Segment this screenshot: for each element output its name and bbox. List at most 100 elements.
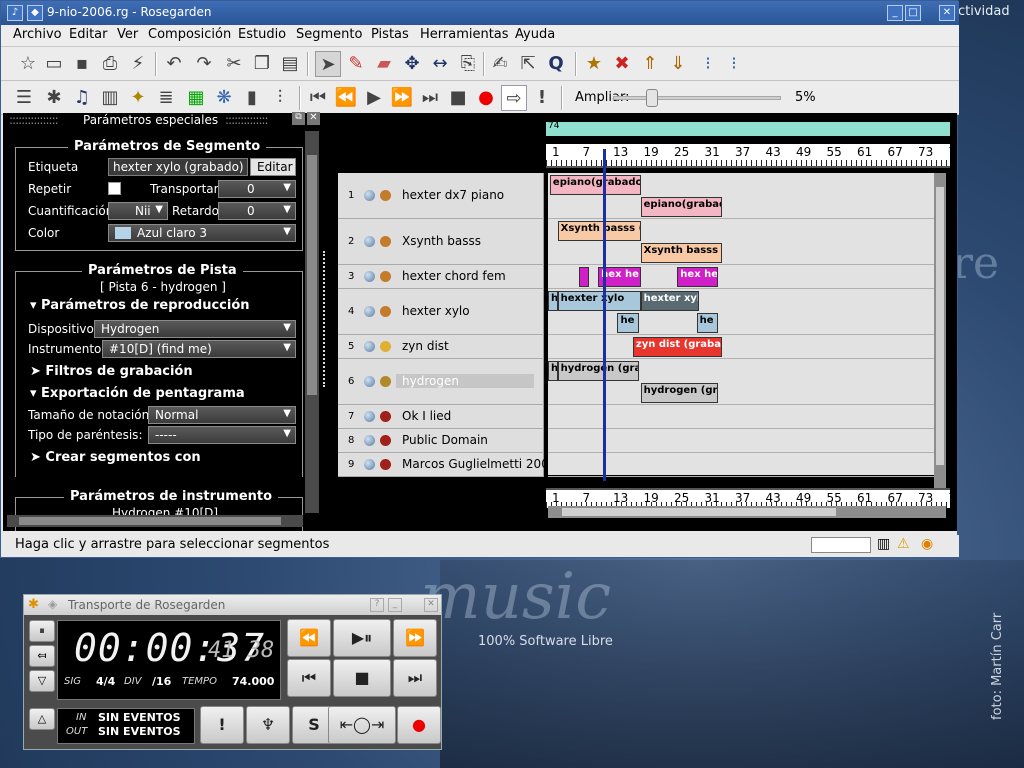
repeat-checkbox[interactable] [108, 182, 121, 195]
transport-stop-button[interactable]: ■ [333, 659, 391, 697]
bracket-type-select[interactable]: ----- ▼ [148, 426, 296, 444]
segment[interactable] [578, 267, 589, 287]
track-name[interactable]: Xsynth basss [402, 234, 481, 248]
track-row[interactable]: 9 Marcos Guglielmetti 200 [338, 453, 549, 477]
join-tool-icon[interactable]: ✍ [487, 51, 513, 77]
fast-forward-icon[interactable]: ⏩ [389, 85, 415, 111]
track-name[interactable]: hexter xylo [402, 304, 470, 318]
track-row[interactable]: 5 zyn dist [338, 335, 544, 359]
mute-led-icon[interactable] [364, 376, 375, 387]
toolbar-overflow-right-icon[interactable]: ⁝ [721, 51, 747, 77]
track-row[interactable]: 1 hexter dx7 piano [338, 173, 544, 219]
redo-icon[interactable]: ↷ [191, 51, 217, 77]
segment[interactable]: epiano(grabado) [549, 175, 641, 195]
mute-led-icon[interactable] [364, 190, 375, 201]
segment-label-field[interactable]: hexter xylo (grabado) (di [108, 158, 248, 176]
scrollbar-thumb[interactable] [19, 517, 281, 525]
record-led-icon[interactable] [380, 376, 391, 387]
edit-label-button[interactable]: Editar [250, 158, 296, 176]
audio-faders-icon[interactable]: ⫶ [267, 85, 293, 111]
track-name[interactable]: Marcos Guglielmetti 200 [402, 457, 549, 471]
scrollbar-thumb[interactable] [307, 155, 317, 395]
segment[interactable]: hydrogen (grab [640, 383, 718, 403]
loop-icon[interactable]: ⇤◯⇥ [328, 706, 396, 744]
transport-to-end-button[interactable]: ⏭ [393, 659, 437, 697]
percussion-icon[interactable]: ✱ [41, 85, 67, 111]
transport-fast-forward-button[interactable]: ⏩ [393, 619, 437, 657]
segment[interactable]: hie [548, 291, 558, 311]
record-led-icon[interactable] [380, 236, 391, 247]
segment[interactable]: zyn dist (grabado [632, 337, 722, 357]
copy-icon[interactable]: ❐ [249, 51, 275, 77]
track-row[interactable]: 2 Xsynth basss [338, 219, 544, 265]
menu-herramientas[interactable]: Herramientas [420, 27, 509, 42]
mixer-icon[interactable]: ≣ [153, 85, 179, 111]
metronome-icon[interactable]: ♆ [246, 706, 290, 744]
revert-icon[interactable]: ⚡ [125, 51, 151, 77]
panel-header[interactable]: :::::::::::::::: Parámetros especiales :… [5, 112, 320, 127]
jump-tool-icon[interactable]: ⇱ [515, 51, 541, 77]
undock-icon[interactable]: ⧉ [292, 112, 305, 125]
menu-estudio[interactable]: Estudio [238, 27, 286, 42]
move-track-down-icon[interactable]: ⇓ [665, 51, 691, 77]
transport-collapse-button[interactable]: ▽ [29, 670, 55, 692]
zoom-slider[interactable] [613, 96, 781, 100]
open-folder-icon[interactable]: ▭ [41, 51, 67, 77]
segment[interactable]: hydrogen (grab [557, 361, 639, 381]
mute-led-icon[interactable] [364, 435, 375, 446]
event-list-icon[interactable]: ☰ [11, 85, 37, 111]
split-tool-icon[interactable]: ⎘ [455, 51, 481, 77]
transport-record-button[interactable]: ● [397, 706, 441, 744]
params-horizontal-scrollbar[interactable] [7, 515, 303, 527]
canvas-horizontal-scrollbar[interactable] [548, 506, 946, 518]
record-led-icon[interactable] [380, 271, 391, 282]
track-row[interactable]: 6 hydrogen [338, 359, 544, 405]
segment[interactable]: hex he [677, 267, 718, 287]
record-led-icon[interactable] [380, 306, 391, 317]
device-select[interactable]: Hydrogen ▼ [94, 320, 296, 338]
triggered-icon[interactable]: ✦ [125, 85, 151, 111]
track-name[interactable]: Ok I lied [402, 409, 451, 423]
pencil-tool-icon[interactable]: ✎ [343, 51, 369, 77]
track-row[interactable]: 4 hexter xylo [338, 289, 544, 335]
mute-led-icon[interactable] [364, 306, 375, 317]
new-file-icon[interactable]: ☆ [15, 51, 41, 77]
transport-title-bar[interactable]: ✱ ◈ Transporte de Rosegarden ? _ ✕ [24, 595, 441, 615]
transport-sticky-icon[interactable]: ◈ [48, 597, 57, 611]
playback-position-pointer[interactable] [603, 149, 606, 481]
rewind-icon[interactable]: ⏪ [333, 85, 359, 111]
transport-expand-button[interactable]: △ [29, 708, 55, 730]
segment[interactable]: epiano(grabado) [640, 197, 722, 217]
track-row[interactable]: 7 Ok I lied [338, 405, 544, 429]
mute-led-icon[interactable] [364, 459, 375, 470]
cut-icon[interactable]: ✂ [221, 51, 247, 77]
tracking-icon[interactable]: ⇨ [501, 85, 527, 111]
resize-tool-icon[interactable]: ↔ [427, 51, 453, 77]
bar-ruler-bottom[interactable]: 1 7 13 19 25 31 37 43 49 55 61 67 73 7 [546, 488, 956, 508]
event-editor-icon[interactable]: ▥ [97, 85, 123, 111]
scrollbar-thumb[interactable] [936, 187, 944, 465]
record-led-icon[interactable] [380, 341, 391, 352]
transport-rewind-to-start-button[interactable]: ⏮ [287, 659, 331, 697]
canvas-vertical-scrollbar[interactable] [934, 173, 946, 489]
select-tool-icon[interactable]: ➤ [315, 51, 341, 77]
bar-ruler-top[interactable]: 1 7 13 19 25 31 37 43 49 55 61 67 73 7 [546, 144, 956, 168]
print-icon[interactable]: ⎙ [97, 51, 123, 77]
transport-pause-toggle[interactable]: ⏸ [29, 620, 55, 642]
track-name[interactable]: Public Domain [402, 433, 488, 447]
undo-icon[interactable]: ↶ [161, 51, 187, 77]
keyboard-status-icon[interactable]: ▥ [877, 536, 890, 552]
segment[interactable]: hexter xylo [640, 291, 699, 311]
track-name[interactable]: zyn dist [402, 339, 449, 353]
track-name[interactable]: hydrogen [396, 374, 534, 388]
segment[interactable]: Xsynth basss (g [557, 221, 641, 241]
segment[interactable]: he [696, 313, 718, 333]
panel-close-icon[interactable]: ✕ [307, 112, 320, 125]
create-segments-toggle[interactable]: ➤ Crear segmentos con [30, 450, 201, 465]
track-row[interactable]: 3 hexter chord fem [338, 265, 544, 289]
record-led-icon[interactable] [380, 190, 391, 201]
transport-rewind-button[interactable]: ⏪ [287, 619, 331, 657]
params-vertical-scrollbar[interactable] [305, 131, 319, 513]
toolbar-overflow-left-icon[interactable]: ⁝ [695, 51, 721, 77]
title-bar[interactable]: ♪ ◆ 9-nio-2006.rg - Rosegarden _ □ ✕ [1, 1, 959, 25]
